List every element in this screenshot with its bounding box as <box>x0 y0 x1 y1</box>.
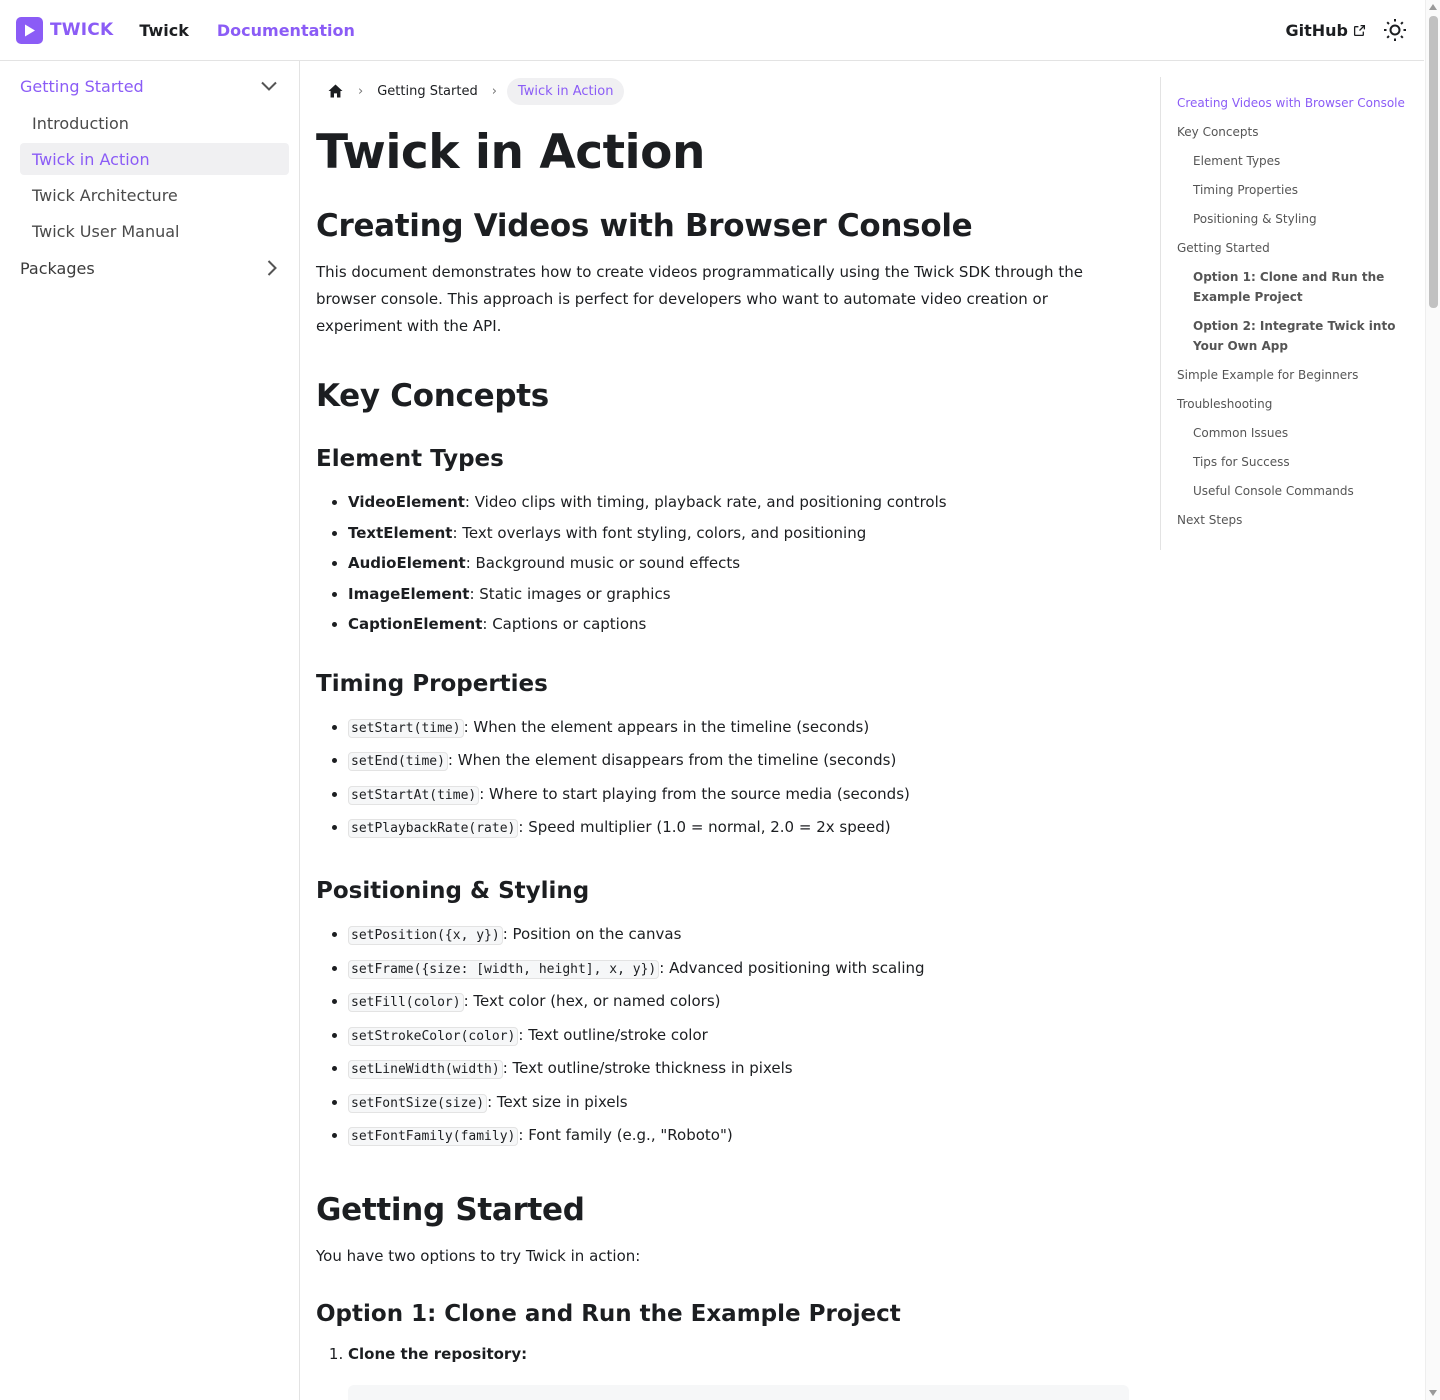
home-icon[interactable] <box>322 78 348 104</box>
toc-link-element-types[interactable]: Element Types <box>1177 151 1410 171</box>
scroll-down-arrow-icon[interactable] <box>1429 1390 1437 1396</box>
list-item: VideoElement: Video clips with timing, p… <box>348 491 1131 513</box>
toc-link-creating-videos[interactable]: Creating Videos with Browser Console <box>1177 93 1410 113</box>
list-item: setStrokeColor(color): Text outline/stro… <box>348 1024 1131 1048</box>
heading-key-concepts: Key Concepts <box>316 378 549 415</box>
chevron-right-icon[interactable] <box>267 260 277 276</box>
sidebar-item-twick-architecture[interactable]: Twick Architecture <box>20 179 289 211</box>
heading-timing-properties: Timing Properties <box>316 671 548 698</box>
toc-link-key-concepts[interactable]: Key Concepts <box>1177 122 1410 142</box>
list-item: setFrame({size: [width, height], x, y}):… <box>348 957 1131 981</box>
toc-link-option-2[interactable]: Option 2: Integrate Twick into Your Own … <box>1177 316 1410 356</box>
nav-link-documentation[interactable]: Documentation <box>217 21 355 40</box>
table-of-contents: Creating Videos with Browser Console Key… <box>1160 77 1410 550</box>
list-item: setEnd(time): When the element disappear… <box>348 749 1131 773</box>
code-block[interactable] <box>348 1385 1129 1400</box>
list-item: Clone the repository: <box>348 1345 1131 1363</box>
breadcrumb-separator-icon: › <box>491 83 497 99</box>
steps-list: Clone the repository: <box>316 1345 1131 1363</box>
brand-link[interactable]: TWICK <box>16 16 114 44</box>
scroll-up-arrow-icon[interactable] <box>1429 4 1437 10</box>
github-link[interactable]: GitHub <box>1286 21 1367 40</box>
main-content: › Getting Started › Twick in Action Twic… <box>316 61 1131 1400</box>
heading-element-types: Element Types <box>316 446 504 473</box>
brand-name: TWICK <box>50 20 114 40</box>
getting-started-paragraph: You have two options to try Twick in act… <box>316 1247 641 1266</box>
sun-icon <box>1384 19 1406 41</box>
list-item: setFontFamily(family): Font family (e.g.… <box>348 1124 1131 1148</box>
list-item: setLineWidth(width): Text outline/stroke… <box>348 1057 1131 1081</box>
timing-properties-list: setStart(time): When the element appears… <box>316 716 1131 841</box>
toc-link-simple-example[interactable]: Simple Example for Beginners <box>1177 365 1410 385</box>
positioning-list: setPosition({x, y}): Position on the can… <box>316 923 1131 1148</box>
sidebar-category-label: Packages <box>20 258 95 278</box>
list-item: setFill(color): Text color (hex, or name… <box>348 990 1131 1014</box>
list-item: CaptionElement: Captions or captions <box>348 613 1131 635</box>
list-item: setStartAt(time): Where to start playing… <box>348 783 1131 807</box>
chevron-down-icon[interactable] <box>261 81 277 91</box>
docs-sidebar: Getting Started Introduction Twick in Ac… <box>0 61 300 1400</box>
toc-link-timing-properties[interactable]: Timing Properties <box>1177 180 1410 200</box>
toc-link-useful-console-commands[interactable]: Useful Console Commands <box>1177 481 1410 501</box>
heading-creating-videos: Creating Videos with Browser Console <box>316 208 973 245</box>
theme-toggle-button[interactable] <box>1382 17 1408 43</box>
list-item: setPosition({x, y}): Position on the can… <box>348 923 1131 947</box>
sidebar-item-twick-user-manual[interactable]: Twick User Manual <box>20 215 289 247</box>
toc-link-common-issues[interactable]: Common Issues <box>1177 423 1410 443</box>
sidebar-category-label: Getting Started <box>20 76 144 96</box>
breadcrumb-separator-icon: › <box>358 83 364 99</box>
toc-link-getting-started[interactable]: Getting Started <box>1177 238 1410 258</box>
list-item: ImageElement: Static images or graphics <box>348 583 1131 605</box>
play-logo-icon <box>16 16 43 44</box>
sidebar-item-introduction[interactable]: Introduction <box>20 107 289 139</box>
list-item: setFontSize(size): Text size in pixels <box>348 1091 1131 1115</box>
external-link-icon <box>1353 24 1366 36</box>
page-scrollbar[interactable] <box>1425 0 1440 1400</box>
element-types-list: VideoElement: Video clips with timing, p… <box>316 491 1131 635</box>
toc-link-tips-for-success[interactable]: Tips for Success <box>1177 452 1410 472</box>
sidebar-category-packages[interactable]: Packages <box>20 251 289 285</box>
page-title: Twick in Action <box>316 125 705 180</box>
nav-link-twick[interactable]: Twick <box>139 21 189 40</box>
navbar: TWICK Twick Documentation GitHub <box>0 0 1424 61</box>
toc-link-option-1[interactable]: Option 1: Clone and Run the Example Proj… <box>1177 267 1410 307</box>
sidebar-category-getting-started[interactable]: Getting Started <box>20 69 289 103</box>
list-item: setStart(time): When the element appears… <box>348 716 1131 740</box>
sidebar-item-twick-in-action[interactable]: Twick in Action <box>20 143 289 175</box>
scrollbar-thumb[interactable] <box>1429 16 1438 308</box>
github-label: GitHub <box>1285 20 1349 40</box>
heading-option-1: Option 1: Clone and Run the Example Proj… <box>316 1301 901 1328</box>
intro-paragraph: This document demonstrates how to create… <box>316 263 1083 336</box>
list-item: AudioElement: Background music or sound … <box>348 552 1131 574</box>
breadcrumb: › Getting Started › Twick in Action <box>316 76 1131 106</box>
breadcrumb-getting-started[interactable]: Getting Started <box>373 80 482 103</box>
list-item: TextElement: Text overlays with font sty… <box>348 522 1131 544</box>
breadcrumb-current: Twick in Action <box>506 77 625 105</box>
toc-link-troubleshooting[interactable]: Troubleshooting <box>1177 394 1410 414</box>
heading-positioning-styling: Positioning & Styling <box>316 878 590 905</box>
toc-link-next-steps[interactable]: Next Steps <box>1177 510 1410 530</box>
list-item: setPlaybackRate(rate): Speed multiplier … <box>348 816 1131 840</box>
heading-getting-started: Getting Started <box>316 1192 585 1229</box>
toc-link-positioning-styling[interactable]: Positioning & Styling <box>1177 209 1410 229</box>
